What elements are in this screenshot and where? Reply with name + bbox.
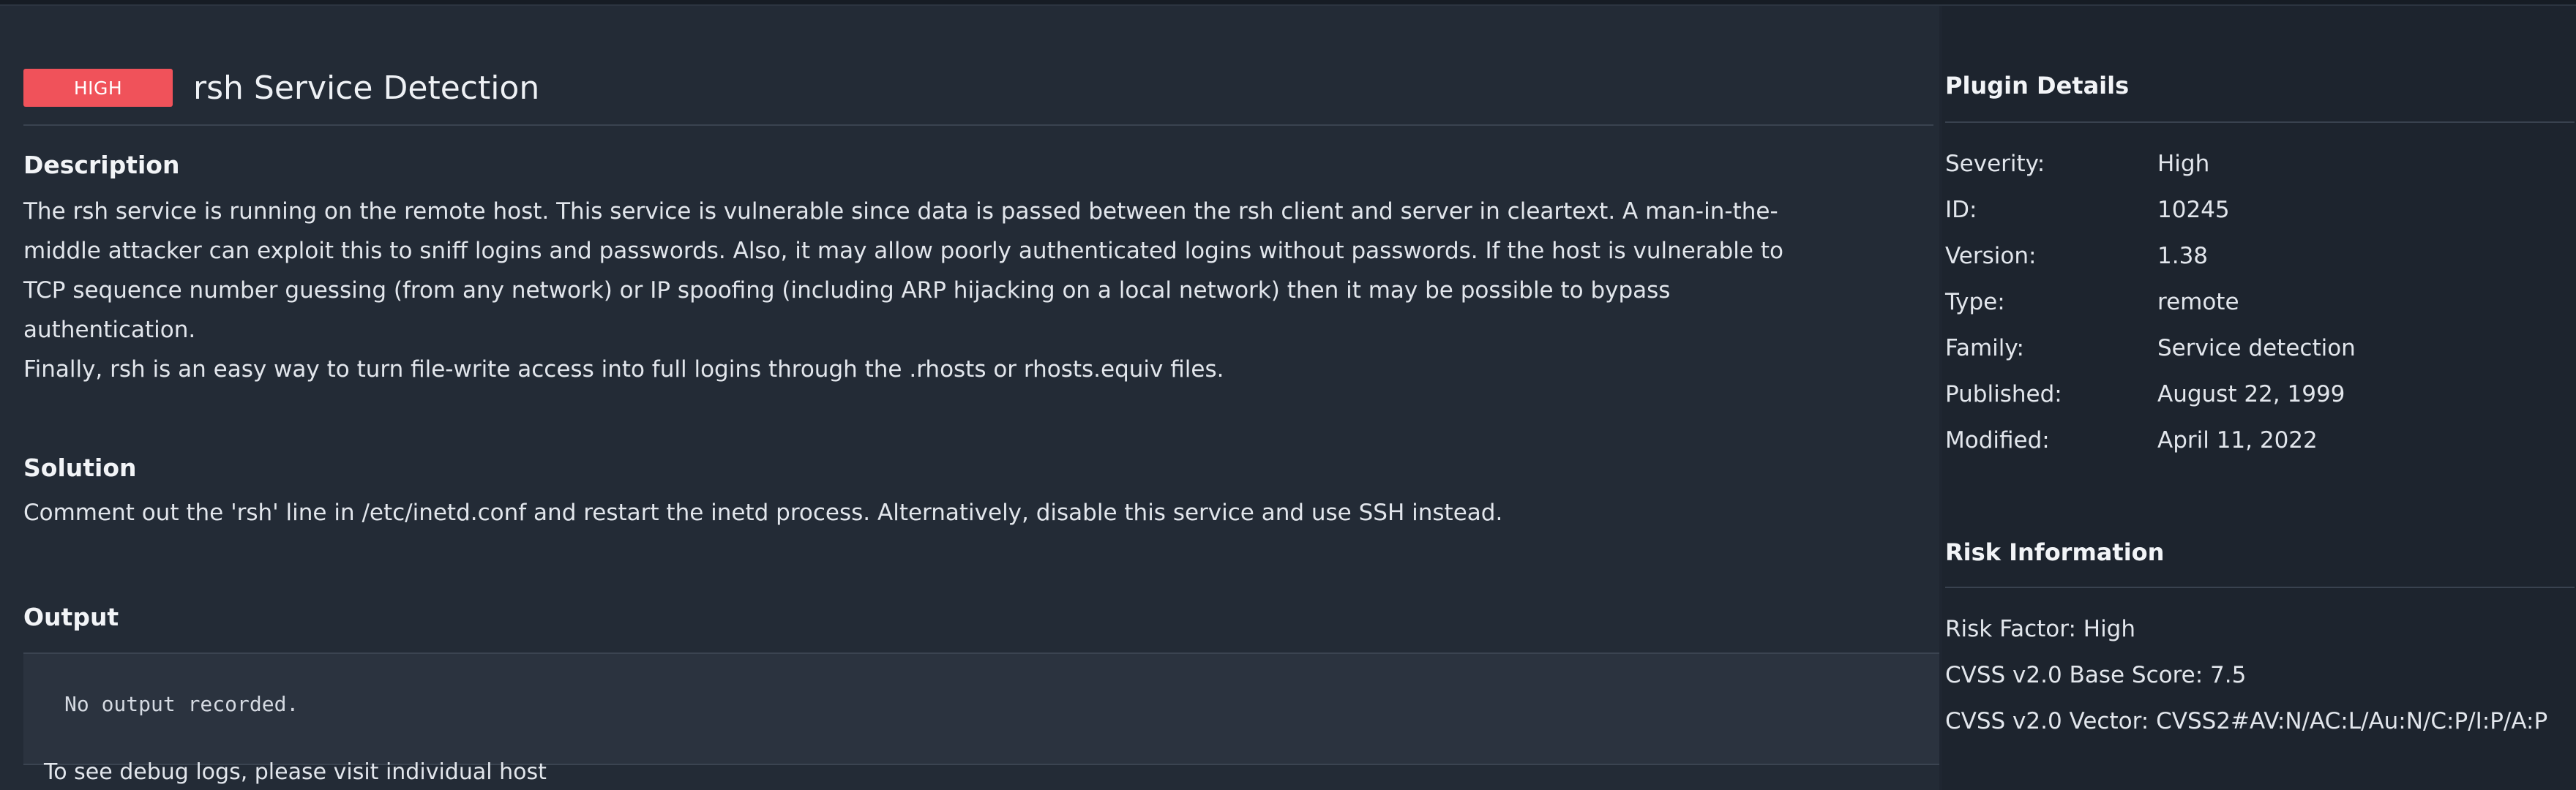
detail-row-id: ID: 10245 [1945, 187, 2575, 233]
detail-value: 1.38 [2157, 242, 2209, 269]
output-heading: Output [23, 603, 119, 631]
cvss-vector: CVSS v2.0 Vector: CVSS2#AV:N/AC:L/Au:N/C… [1945, 708, 2548, 734]
top-strip [0, 0, 2576, 6]
plugin-header: HIGH rsh Service Detection [23, 59, 1926, 117]
plugin-title: rsh Service Detection [193, 69, 540, 107]
detail-value: April 11, 2022 [2157, 426, 2318, 454]
detail-key: Type: [1945, 288, 2005, 315]
risk-factor: Risk Factor: High [1945, 616, 2136, 642]
description-text-2: Finally, rsh is an easy way to turn file… [23, 356, 1224, 383]
detail-value: August 22, 1999 [2157, 380, 2345, 407]
detail-key: Published: [1945, 380, 2062, 407]
vulnerability-detail-page: HIGH rsh Service Detection Description T… [0, 0, 2576, 790]
detail-row-published: Published: August 22, 1999 [1945, 371, 2575, 417]
main-panel: HIGH rsh Service Detection Description T… [0, 6, 1939, 790]
description-heading: Description [23, 151, 180, 179]
output-text: No output recorded. [64, 692, 299, 716]
risk-information-heading: Risk Information [1945, 538, 2165, 566]
detail-key: Severity: [1945, 150, 2045, 177]
cvss-base-score: CVSS v2.0 Base Score: 7.5 [1945, 662, 2247, 688]
detail-key: Modified: [1945, 426, 2050, 454]
detail-key: Family: [1945, 334, 2024, 361]
solution-text: Comment out the 'rsh' line in /etc/inetd… [23, 500, 1503, 526]
detail-row-modified: Modified: April 11, 2022 [1945, 417, 2575, 463]
detail-key: Version: [1945, 242, 2037, 269]
solution-heading: Solution [23, 454, 137, 482]
header-divider [23, 124, 1933, 126]
plugin-details-heading: Plugin Details [1945, 72, 2130, 99]
debug-logs-note: To see debug logs, please visit individu… [44, 759, 547, 785]
detail-row-family: Family: Service detection [1945, 325, 2575, 371]
description-text: The rsh service is running on the remote… [23, 198, 1783, 343]
detail-value: 10245 [2157, 196, 2230, 223]
detail-row-severity: Severity: High [1945, 140, 2575, 187]
detail-value: Service detection [2157, 334, 2356, 361]
detail-row-version: Version: 1.38 [1945, 233, 2575, 279]
detail-value: High [2157, 150, 2210, 177]
detail-value: remote [2157, 288, 2239, 315]
detail-key: ID: [1945, 196, 1977, 223]
plugin-details-divider [1945, 121, 2575, 123]
sidebar: Plugin Details Severity: High ID: 10245 … [1942, 6, 2576, 790]
severity-badge: HIGH [23, 69, 173, 107]
output-box: No output recorded. [23, 652, 1939, 765]
risk-information-divider [1945, 587, 2575, 588]
detail-row-type: Type: remote [1945, 279, 2575, 325]
